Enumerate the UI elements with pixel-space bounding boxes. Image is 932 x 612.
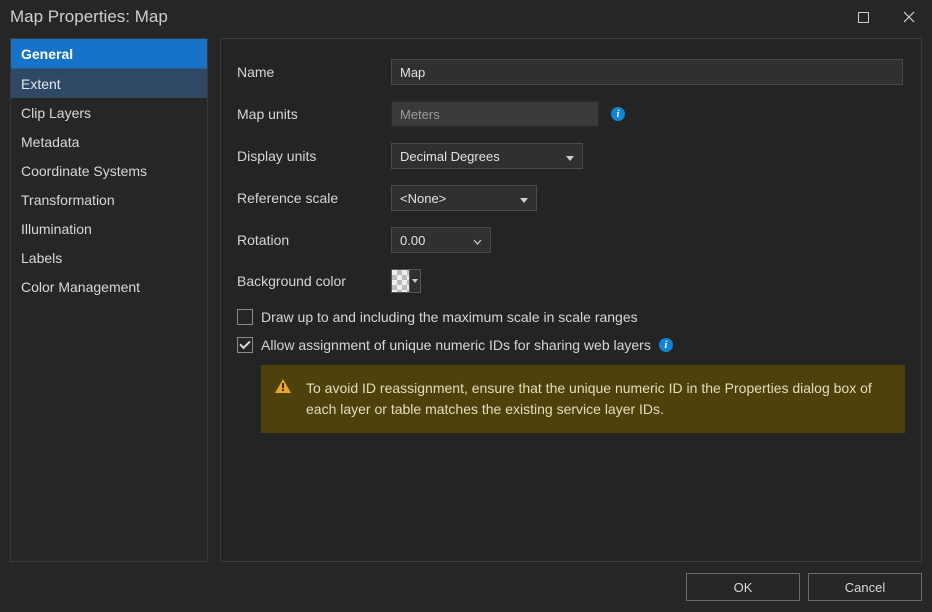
chevron-down-icon [566,149,574,164]
row-rotation: Rotation 0.00 [237,227,905,253]
row-map-units: Map units Meters i [237,101,905,127]
info-icon[interactable]: i [659,338,673,352]
sidebar-item-label: Clip Layers [21,105,91,121]
sidebar-item-label: Color Management [21,279,140,295]
sidebar-item-general[interactable]: General [11,39,207,69]
footer: OK Cancel [0,562,932,612]
reference-scale-label: Reference scale [237,190,391,206]
client-area: General Extent Clip Layers Metadata Coor… [0,34,932,562]
sidebar-item-extent[interactable]: Extent [11,69,207,98]
sidebar-item-label: Labels [21,250,62,266]
row-reference-scale: Reference scale <None> [237,185,905,211]
draw-max-scale-checkbox[interactable] [237,309,253,325]
cancel-button[interactable]: Cancel [808,573,922,601]
chevron-down-icon [409,270,420,292]
allow-ids-label: Allow assignment of unique numeric IDs f… [261,337,651,353]
maximize-button[interactable] [840,0,886,34]
row-display-units: Display units Decimal Degrees [237,143,905,169]
sidebar: General Extent Clip Layers Metadata Coor… [10,38,208,562]
warning-text: To avoid ID reassignment, ensure that th… [306,378,888,420]
row-draw-max-scale: Draw up to and including the maximum sca… [237,309,905,325]
background-color-picker[interactable] [391,269,421,293]
sidebar-item-transformation[interactable]: Transformation [11,185,207,214]
rotation-label: Rotation [237,232,391,248]
sidebar-item-label: Extent [21,76,61,92]
sidebar-item-labels[interactable]: Labels [11,243,207,272]
sidebar-item-illumination[interactable]: Illumination [11,214,207,243]
reference-scale-combo[interactable]: <None> [391,185,537,211]
no-color-swatch [392,270,409,292]
titlebar: Map Properties: Map [0,0,932,34]
sidebar-item-color-management[interactable]: Color Management [11,272,207,301]
sidebar-item-metadata[interactable]: Metadata [11,127,207,156]
sidebar-item-label: General [21,46,73,62]
display-units-combo[interactable]: Decimal Degrees [391,143,583,169]
display-units-label: Display units [237,148,391,164]
sidebar-item-coordinate-systems[interactable]: Coordinate Systems [11,156,207,185]
info-icon[interactable]: i [611,107,625,121]
close-button[interactable] [886,0,932,34]
window-controls [840,0,932,34]
ok-button[interactable]: OK [686,573,800,601]
sidebar-item-label: Transformation [21,192,115,208]
sidebar-item-clip-layers[interactable]: Clip Layers [11,98,207,127]
warning-banner: To avoid ID reassignment, ensure that th… [261,365,905,433]
content-panel: Name Map Map units Meters i Display unit… [220,38,922,562]
map-properties-window: Map Properties: Map General Extent Clip … [0,0,932,612]
warning-icon [274,378,292,394]
draw-max-scale-label: Draw up to and including the maximum sca… [261,309,638,325]
name-label: Name [237,64,391,80]
map-units-value: Meters [391,101,599,127]
map-units-label: Map units [237,106,391,122]
rotation-input[interactable]: 0.00 [391,227,491,253]
name-input[interactable]: Map [391,59,903,85]
sidebar-item-label: Illumination [21,221,92,237]
chevron-down-icon [520,191,528,206]
window-title: Map Properties: Map [10,7,168,27]
allow-ids-checkbox[interactable] [237,337,253,353]
row-allow-ids: Allow assignment of unique numeric IDs f… [237,337,905,353]
row-background: Background color [237,269,905,293]
background-color-label: Background color [237,273,391,289]
sidebar-item-label: Coordinate Systems [21,163,147,179]
sidebar-item-label: Metadata [21,134,79,150]
chevron-down-icon [473,233,482,248]
row-name: Name Map [237,59,905,85]
